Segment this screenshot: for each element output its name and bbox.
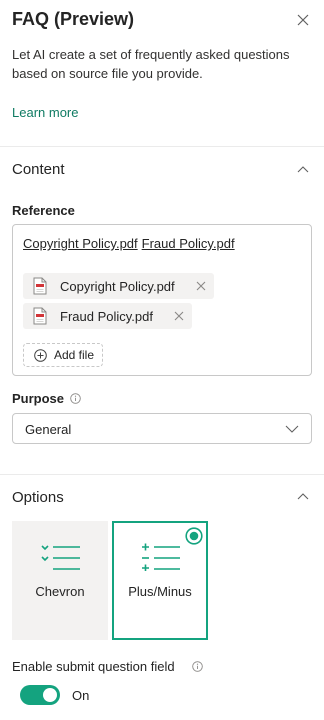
style-option-chevron[interactable]: Chevron xyxy=(12,521,108,640)
remove-file-icon[interactable] xyxy=(174,311,184,321)
reference-box: Copyright Policy.pdf Fraud Policy.pdf Cop… xyxy=(12,224,312,376)
style-option-plus-minus[interactable]: Plus/Minus xyxy=(112,521,208,640)
close-icon[interactable] xyxy=(295,12,311,28)
chevron-down-icon xyxy=(285,425,299,433)
pdf-file-icon xyxy=(33,277,47,295)
submit-question-toggle[interactable] xyxy=(20,685,60,705)
panel-title: FAQ (Preview) xyxy=(12,9,135,29)
style-option-label: Plus/Minus xyxy=(128,584,192,599)
section-divider xyxy=(0,474,324,475)
chevron-up-icon[interactable] xyxy=(296,163,310,177)
options-section-title: Options xyxy=(12,489,64,506)
add-file-button[interactable]: Add file xyxy=(23,343,104,367)
section-divider xyxy=(0,146,324,147)
reference-link[interactable]: Fraud Policy.pdf xyxy=(142,236,235,251)
panel-description: Let AI create a set of frequently asked … xyxy=(12,47,290,81)
submit-question-label: Enable submit question field xyxy=(12,659,175,674)
reference-links: Copyright Policy.pdf Fraud Policy.pdf xyxy=(23,236,235,251)
file-chip: Fraud Policy.pdf xyxy=(23,303,192,329)
add-file-label: Add file xyxy=(54,348,95,362)
chevron-list-icon xyxy=(41,545,80,570)
purpose-selected-value: General xyxy=(25,422,72,437)
remove-file-icon[interactable] xyxy=(196,281,206,291)
style-option-label: Chevron xyxy=(35,584,85,599)
file-chip-label: Fraud Policy.pdf xyxy=(60,308,153,324)
content-section-title: Content xyxy=(12,161,65,178)
file-chip: Copyright Policy.pdf xyxy=(23,273,214,299)
purpose-dropdown[interactable]: General xyxy=(12,413,312,444)
info-icon[interactable] xyxy=(70,393,81,404)
faq-settings-panel: FAQ (Preview) Let AI create a set of fre… xyxy=(0,0,324,720)
plus-circle-icon xyxy=(34,348,47,362)
learn-more-link[interactable]: Learn more xyxy=(12,105,78,120)
plus-minus-list-icon xyxy=(142,543,180,571)
selected-radio-icon xyxy=(185,527,203,545)
info-icon[interactable] xyxy=(192,661,203,672)
pdf-file-icon xyxy=(33,307,47,325)
toggle-state-label: On xyxy=(72,688,90,703)
toggle-knob xyxy=(43,688,57,702)
chevron-up-icon[interactable] xyxy=(296,490,310,504)
purpose-label: Purpose xyxy=(12,391,65,406)
reference-label: Reference xyxy=(12,203,75,218)
reference-link[interactable]: Copyright Policy.pdf xyxy=(23,236,138,251)
file-chip-label: Copyright Policy.pdf xyxy=(60,278,175,294)
